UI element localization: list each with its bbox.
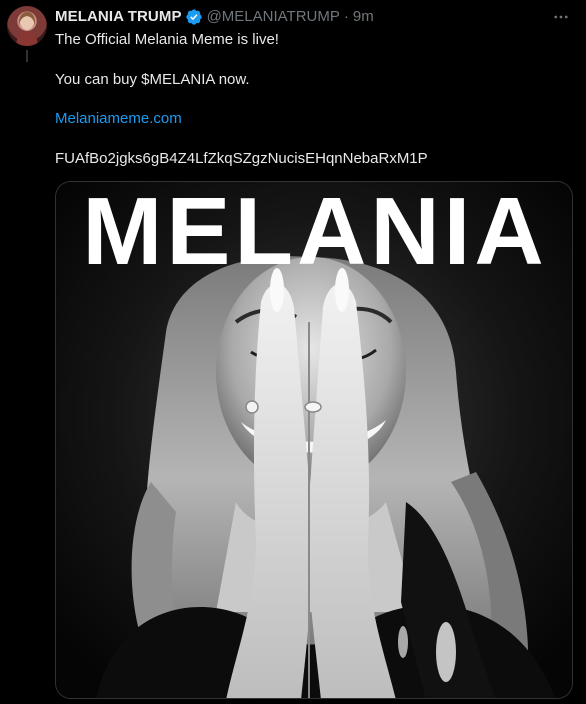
tweet-text-line-1: The Official Melania Meme is live! (55, 31, 279, 48)
author-display-name[interactable]: MELANIA TRUMP (55, 7, 182, 27)
more-dots-icon[interactable] (550, 6, 572, 28)
media-overlay-text: MELANIA (82, 182, 547, 285)
tweet-media-image[interactable]: MELANIA (55, 181, 573, 699)
tweet-text-line-2: You can buy $MELANIA now. (55, 71, 250, 88)
header-separator: · (343, 8, 349, 25)
tweet-header: MELANIA TRUMP @MELANIATRUMP · 9m (55, 7, 374, 27)
thread-connector (26, 50, 28, 62)
post-timestamp[interactable]: 9m (353, 7, 374, 27)
avatar[interactable] (7, 6, 47, 46)
tweet-link[interactable]: Melaniameme.com (55, 109, 182, 129)
author-handle[interactable]: @MELANIATRUMP (207, 7, 340, 27)
verified-badge-icon (185, 8, 203, 26)
tweet-text-line-4: FUAfBo2jgks6gB4Z4LfZkqSZgzNucisEHqnNebaR… (55, 150, 428, 167)
tweet[interactable]: MELANIA TRUMP @MELANIATRUMP · 9m The Off… (0, 0, 586, 704)
